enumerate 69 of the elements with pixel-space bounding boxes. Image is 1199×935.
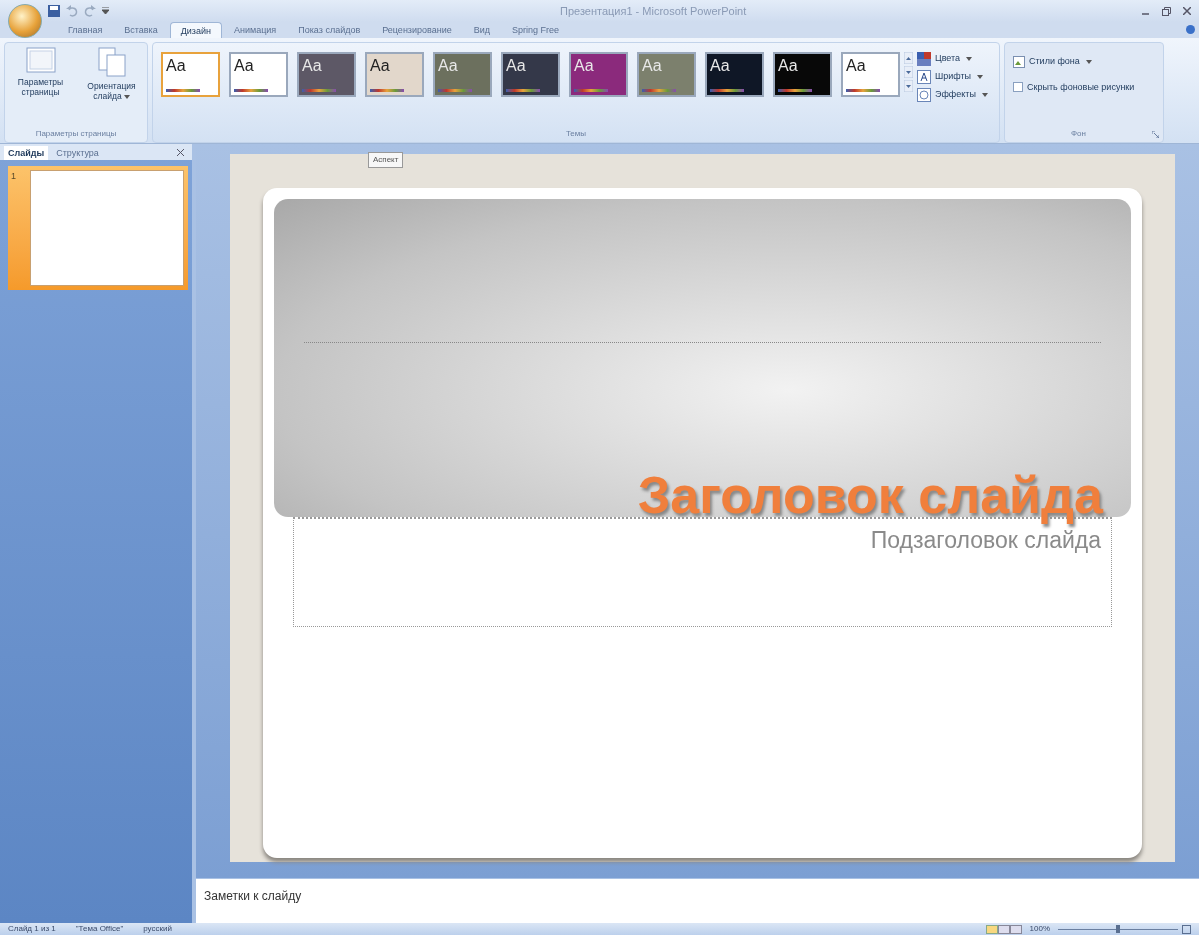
fit-window-icon[interactable] [1182,924,1191,934]
office-button[interactable] [8,4,42,38]
theme-thumbnail[interactable]: Aa [501,52,560,97]
page-setup-icon [25,47,56,73]
pane-tab[interactable]: Структура [52,146,103,160]
theme-thumbnail[interactable]: Aa [705,52,764,97]
scroll-up-icon[interactable] [904,52,913,64]
ribbon-button[interactable]: Ориентация слайда [78,47,145,128]
slide-number: 1 [10,170,17,183]
zoom-level[interactable]: 100% [1029,923,1050,935]
theme-thumbnail[interactable]: Aa [229,52,288,97]
caret-icon [977,75,984,79]
status-text: "Тема Office" [75,923,124,935]
zoom-slider-thumb[interactable] [1116,925,1120,933]
theme-option-button[interactable]: Шрифты [917,70,988,84]
ribbon-tab[interactable]: Дизайн [169,22,222,38]
theme-option-button[interactable]: Цвета [917,52,988,66]
caret-icon [123,94,130,99]
color-swatch-icon [917,52,931,66]
checkbox[interactable] [1013,82,1023,93]
theme-thumbnail[interactable]: Aa [841,52,900,97]
slide-thumbnail[interactable] [30,170,184,286]
ribbon-button[interactable]: Параметры страницы [7,47,74,128]
pane-tab[interactable]: Слайды [4,146,49,160]
background-style-icon [1013,55,1025,68]
ribbon-tab[interactable]: Вставка [114,22,168,38]
theme-thumbnail[interactable]: Aa [773,52,832,97]
status-text: Слайд 1 из 1 [8,923,56,935]
ribbon-tab[interactable]: Анимация [224,22,287,38]
ribbon-tab[interactable]: Рецензирование [372,22,462,38]
help-icon[interactable] [1186,25,1195,34]
slide-thumbnail-row[interactable]: 1 [8,166,188,290]
slide-title: Заголовок слайда [637,467,1103,523]
window-title: Презентация1 - Microsoft PowerPoint [560,3,747,19]
theme-thumbnail[interactable]: Aa [297,52,356,97]
group-label: Фон [1070,128,1087,140]
theme-thumbnail[interactable]: Aa [433,52,492,97]
checkbox-label: Скрыть фоновые рисунки [1027,80,1135,94]
ribbon-tab[interactable]: Показ слайдов [288,22,371,38]
effects-circle-icon [917,88,931,102]
ribbon-tab[interactable]: Вид [463,22,500,38]
caret-icon [1085,59,1092,64]
font-letter-icon [917,70,931,84]
caret-icon [981,93,988,97]
slide-subtitle: Подзаголовок слайда [870,526,1101,555]
tooltip: Аспект [368,152,404,168]
theme-option-button[interactable]: Эффекты [917,88,988,102]
close-icon[interactable] [1183,7,1191,15]
theme-thumbnail[interactable]: Aa [569,52,628,97]
close-icon[interactable] [177,149,184,156]
ribbon-tab[interactable]: Spring Free [502,22,570,38]
group-label: Параметры страницы [34,128,118,140]
customize-toolbar-icon[interactable] [102,7,109,15]
slide-orientation-icon [97,47,126,77]
ribbon-tab[interactable]: Главная [58,22,113,38]
caret-icon [966,57,973,61]
scroll-down-icon[interactable] [904,66,913,78]
restore-icon[interactable] [1162,6,1171,16]
notes-field[interactable]: Заметки к слайду [196,878,1199,923]
theme-thumbnail[interactable]: Aa [365,52,424,97]
view-buttons-icon[interactable] [985,924,1022,934]
more-themes-icon[interactable] [904,80,913,92]
zoom-slider[interactable] [1058,925,1178,933]
theme-thumbnail[interactable]: Aa [161,52,220,97]
status-text: русский [143,923,172,935]
save-icon[interactable] [48,5,60,17]
background-styles-button[interactable]: Стили фона [1013,55,1163,69]
dialog-launcher-icon[interactable] [1152,130,1159,138]
group-label: Темы [564,128,588,140]
